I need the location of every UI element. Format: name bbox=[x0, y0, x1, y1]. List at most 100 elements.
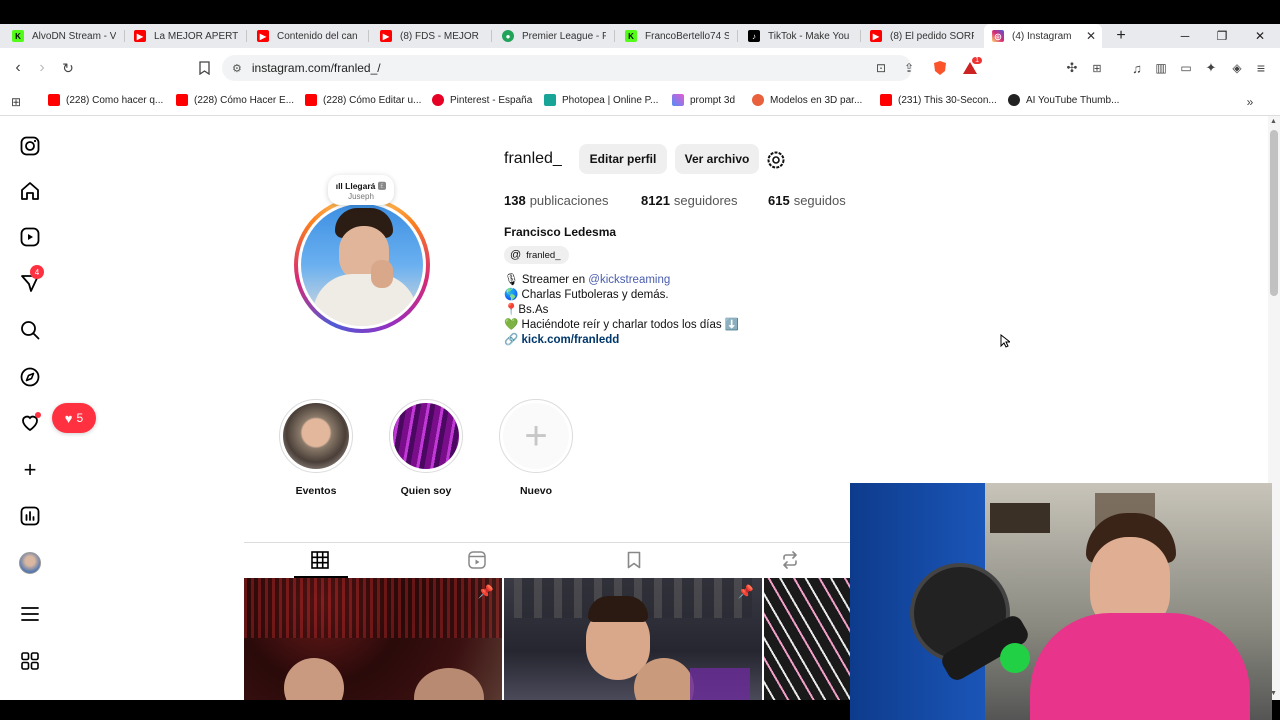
reels-tab[interactable] bbox=[465, 548, 489, 572]
tab-la-mejor[interactable]: ▶ La MEJOR APERTU bbox=[134, 24, 238, 48]
tab-contenido[interactable]: ▶ Contenido del can bbox=[257, 24, 357, 48]
address-bar[interactable]: ⚙ instagram.com/franled_/ bbox=[222, 55, 912, 81]
vpn-icon[interactable]: ◈ bbox=[1228, 60, 1246, 76]
followers-count[interactable]: 8121 seguidores bbox=[641, 193, 738, 208]
more-menu-icon[interactable] bbox=[18, 602, 42, 626]
messages-icon[interactable]: 4 bbox=[18, 265, 44, 295]
bookmark-item[interactable]: (228) Como hacer q... bbox=[48, 94, 163, 106]
install-app-icon[interactable]: ⊡ bbox=[872, 60, 890, 76]
settings-icon[interactable] bbox=[764, 148, 788, 172]
full-name: Francisco Ledesma bbox=[504, 225, 617, 239]
bio-line: 🎙 Streamer en @kickstreaming bbox=[504, 274, 671, 286]
restore-button[interactable]: ❐ bbox=[1207, 24, 1237, 48]
profile-note[interactable]: ıll Llegará 🅴 Juseph bbox=[328, 175, 394, 205]
apps-icon[interactable]: ⊞ bbox=[8, 94, 24, 110]
brave-rewards-icon[interactable]: 1 bbox=[960, 57, 982, 77]
tab-el-pedido[interactable]: ▶ (8) El pedido SORF bbox=[870, 24, 974, 48]
sidebar-toggle-icon[interactable]: ▥ bbox=[1152, 60, 1170, 76]
highlight-new[interactable]: + Nuevo bbox=[498, 399, 574, 497]
kick-icon: K bbox=[625, 30, 637, 42]
bookmark-item[interactable]: Photopea | Online P... bbox=[544, 94, 658, 106]
profile-avatar-icon[interactable] bbox=[18, 551, 42, 575]
minimize-button[interactable]: ─ bbox=[1170, 24, 1200, 48]
mouse-cursor-icon bbox=[1000, 333, 1012, 348]
back-icon[interactable]: ‹ bbox=[8, 58, 28, 78]
home-icon[interactable] bbox=[18, 179, 42, 203]
instagram-logo-icon[interactable] bbox=[18, 134, 42, 158]
view-archive-button[interactable]: Ver archivo bbox=[675, 144, 759, 174]
profile-username: franled_ bbox=[504, 150, 562, 167]
menu-icon[interactable]: ≡ bbox=[1252, 60, 1270, 76]
youtube-icon: ▶ bbox=[257, 30, 269, 42]
highlight-quien-soy[interactable]: Quien soy bbox=[388, 399, 464, 497]
profile-picture-ring[interactable] bbox=[294, 197, 430, 333]
notifications-popup[interactable]: ♥ 5 bbox=[52, 403, 96, 433]
bookmark-item[interactable]: (231) This 30-Secon... bbox=[880, 94, 997, 106]
bookmark-item[interactable]: (228) Cómo Hacer E... bbox=[176, 94, 294, 106]
youtube-icon bbox=[305, 94, 317, 106]
reels-icon[interactable] bbox=[18, 225, 42, 249]
wallet-icon[interactable]: ▭ bbox=[1177, 60, 1195, 76]
post-thumbnail[interactable] bbox=[764, 578, 854, 700]
create-icon[interactable]: + bbox=[18, 457, 42, 482]
bookmark-icon[interactable] bbox=[194, 59, 214, 77]
bookmark-item[interactable]: prompt 3d bbox=[672, 94, 735, 106]
tab-premier-league[interactable]: ● Premier League - F bbox=[502, 24, 606, 48]
post-thumbnail[interactable]: 📌 bbox=[504, 578, 762, 700]
dashboard-icon[interactable] bbox=[18, 504, 42, 528]
bookmark-item[interactable]: Pinterest - España bbox=[432, 94, 532, 106]
photopea-icon bbox=[544, 94, 556, 106]
notifications-icon[interactable] bbox=[18, 411, 42, 435]
edit-profile-button[interactable]: Editar perfil bbox=[579, 144, 667, 174]
instagram-icon: ◎ bbox=[992, 30, 1004, 42]
posts-grid-tab[interactable] bbox=[308, 548, 332, 572]
bio-line: 🌎 Charlas Futboleras y demás. bbox=[504, 289, 669, 301]
site-info-icon[interactable]: ⚙ bbox=[232, 62, 242, 75]
reload-icon[interactable]: ↻ bbox=[58, 58, 78, 78]
extensions-icon[interactable]: ✣ bbox=[1063, 60, 1081, 76]
forward-icon[interactable]: › bbox=[32, 58, 52, 78]
following-count[interactable]: 615 seguidos bbox=[768, 193, 846, 208]
scroll-up-icon[interactable]: ▲ bbox=[1270, 118, 1277, 125]
threads-badge[interactable]: @ franled_ bbox=[504, 246, 569, 264]
new-tab-button[interactable]: + bbox=[1106, 24, 1136, 48]
reposts-tab[interactable] bbox=[778, 548, 802, 572]
tab-fds[interactable]: ▶ (8) FDS - MEJOR C bbox=[380, 24, 482, 48]
profile-picture bbox=[301, 204, 423, 326]
bookmark-item[interactable]: AI YouTube Thumb... bbox=[1008, 94, 1119, 106]
instagram-sidebar: 4 + bbox=[0, 116, 60, 700]
more-bookmarks-icon[interactable]: » bbox=[1242, 94, 1258, 110]
highlight-eventos[interactable]: Eventos bbox=[278, 399, 354, 497]
screenshot-icon[interactable]: ⊞ bbox=[1088, 60, 1106, 76]
threads-icon: @ bbox=[510, 249, 522, 261]
tab-tiktok[interactable]: ♪ TikTok - Make You bbox=[748, 24, 850, 48]
bookmark-item[interactable]: Modelos en 3D par... bbox=[752, 94, 862, 106]
brave-shields-icon[interactable] bbox=[931, 59, 949, 77]
close-tab-icon[interactable]: ✕ bbox=[1086, 29, 1096, 43]
explore-icon[interactable] bbox=[18, 365, 42, 389]
green-heart-icon: 💚 bbox=[504, 319, 519, 331]
bookmark-item[interactable]: (228) Cómo Editar u... bbox=[305, 94, 421, 106]
bio-link[interactable]: 🔗 kick.com/franledd bbox=[504, 332, 619, 346]
pinned-icon: 📌 bbox=[477, 584, 494, 599]
toolbar: ‹ › ↻ ⚙ instagram.com/franled_/ ⊡ ⇪ 1 ✣ … bbox=[0, 48, 1280, 88]
modelos-3d-icon bbox=[752, 94, 764, 106]
tab-francobertello[interactable]: K FrancoBertello74 S bbox=[625, 24, 729, 48]
search-icon[interactable] bbox=[18, 318, 42, 342]
bookmarks-bar: ⊞ (228) Como hacer q... (228) Cómo Hacer… bbox=[0, 88, 1280, 116]
saved-tab[interactable] bbox=[622, 548, 646, 572]
close-window-button[interactable]: ✕ bbox=[1245, 24, 1275, 48]
mention-link[interactable]: @kickstreaming bbox=[588, 274, 670, 286]
leo-ai-icon[interactable]: ✦ bbox=[1202, 60, 1220, 76]
messages-badge: 4 bbox=[30, 265, 44, 279]
tab-alvodn[interactable]: K AlvoDN Stream - V bbox=[12, 24, 116, 48]
url-text[interactable]: instagram.com/franled_/ bbox=[252, 61, 381, 75]
tab-instagram[interactable]: ◎ (4) Instagram ✕ bbox=[984, 24, 1102, 48]
share-icon[interactable]: ⇪ bbox=[900, 60, 918, 76]
media-icon[interactable]: ♫ bbox=[1128, 60, 1146, 76]
threads-meta-icon[interactable] bbox=[18, 649, 42, 673]
link-icon: 🔗 bbox=[504, 334, 519, 346]
post-thumbnail[interactable]: 📌 bbox=[244, 578, 502, 700]
scrollbar-thumb[interactable] bbox=[1270, 130, 1278, 296]
youtube-icon: ▶ bbox=[870, 30, 882, 42]
